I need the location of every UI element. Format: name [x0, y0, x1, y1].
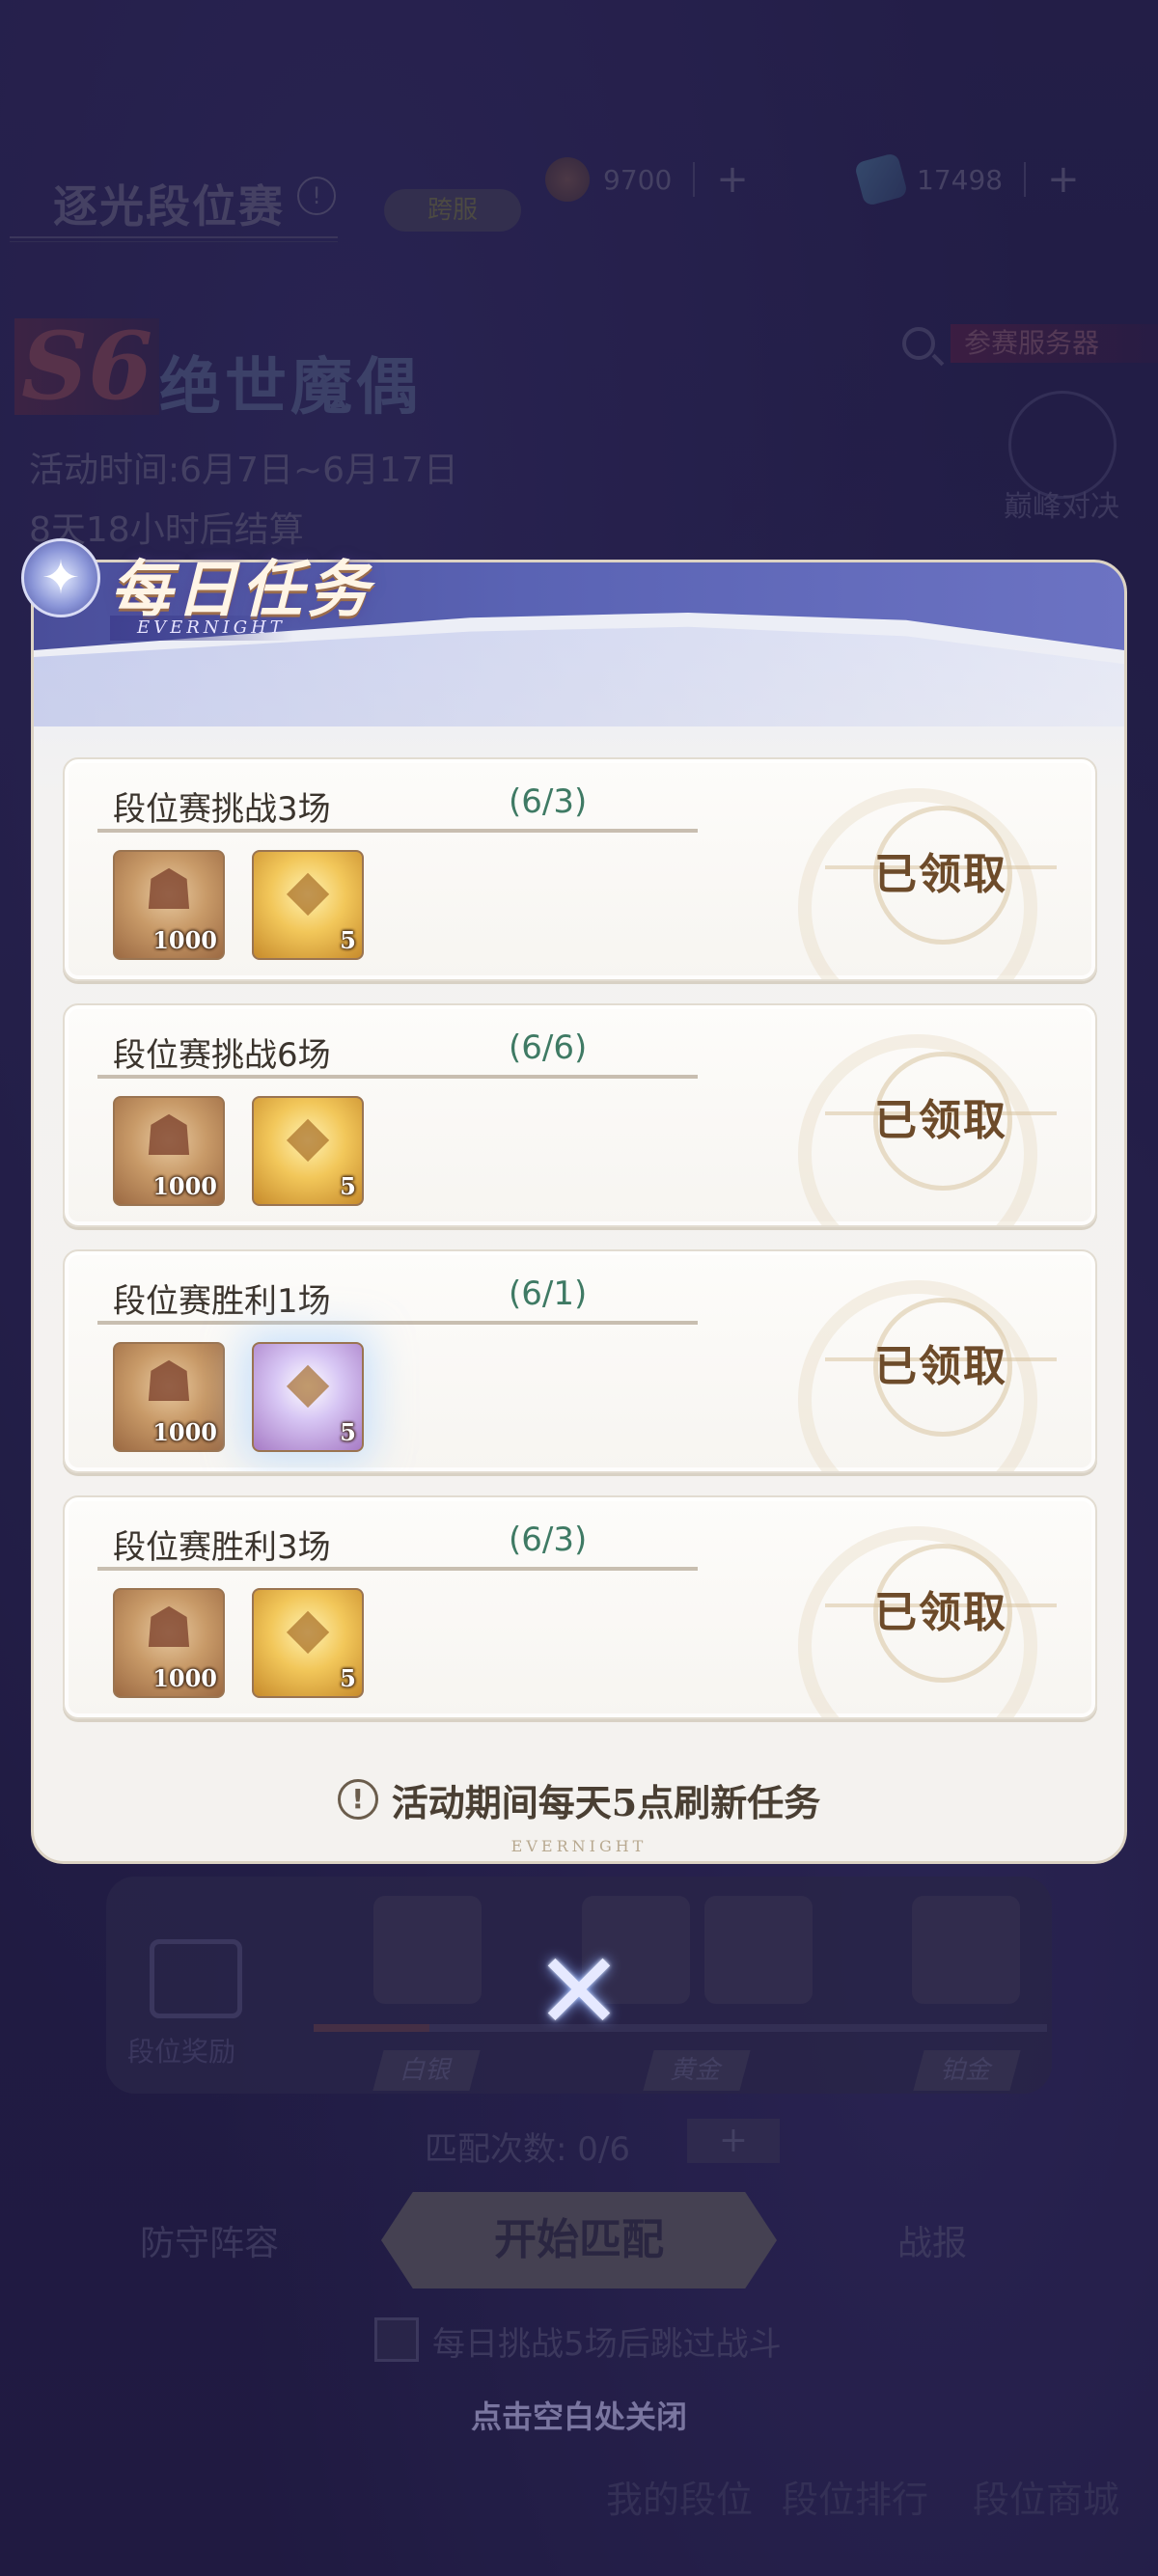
gold-crystal-icon: ◆ [286, 1349, 330, 1414]
claimed-status: 已领取 [825, 1052, 1057, 1191]
reward-count: 1000 [152, 926, 217, 954]
mask-icon: ☗ [144, 1595, 194, 1660]
task-list: 段位赛挑战3场 (6/3) ☗ 1000 ◆ 5 已领取 段位赛挑战6场 (6/… [63, 757, 1099, 1741]
refresh-notice-text: 活动期间每天5点刷新任务 [391, 1780, 821, 1824]
claimed-status: 已领取 [825, 806, 1057, 945]
reward-item[interactable]: ◆ 5 [252, 1588, 364, 1698]
task-divider [97, 1075, 698, 1079]
reward-item[interactable]: ☗ 1000 [113, 850, 225, 960]
task-card: 段位赛挑战3场 (6/3) ☗ 1000 ◆ 5 已领取 [63, 757, 1097, 981]
reward-count: 5 [340, 1664, 356, 1692]
dialog-subtitle: EVERNIGHT [110, 616, 293, 641]
task-card: 段位赛挑战6场 (6/6) ☗ 1000 ◆ 5 已领取 [63, 1003, 1097, 1227]
task-progress: (6/1) [509, 1274, 588, 1313]
task-divider [97, 1321, 698, 1325]
star-emblem-icon: ✦ [21, 538, 100, 617]
reward-count: 5 [340, 926, 356, 954]
mask-icon: ☗ [144, 857, 194, 922]
mask-icon: ☗ [144, 1103, 194, 1168]
footer-watermark: EVERNIGHT [510, 1837, 648, 1855]
dialog-panel: 段位赛挑战3场 (6/3) ☗ 1000 ◆ 5 已领取 段位赛挑战6场 (6/… [31, 560, 1127, 1864]
claimed-status: 已领取 [825, 1298, 1057, 1437]
mask-icon: ☗ [144, 1349, 194, 1414]
task-name: 段位赛胜利3场 [113, 1528, 331, 1567]
info-icon: ! [337, 1779, 378, 1820]
task-divider [97, 829, 698, 833]
gold-crystal-icon: ◆ [286, 1103, 330, 1168]
reward-item[interactable]: ◆ 5 [252, 850, 364, 960]
reward-count: 5 [340, 1172, 356, 1200]
reward-count: 5 [340, 1418, 356, 1446]
task-name: 段位赛挑战3场 [113, 790, 331, 829]
reward-count: 1000 [152, 1172, 217, 1200]
task-divider [97, 1567, 698, 1571]
reward-count: 1000 [152, 1664, 217, 1692]
gold-crystal-icon: ◆ [286, 857, 330, 922]
task-name: 段位赛挑战6场 [113, 1036, 331, 1075]
daily-task-dialog: 段位赛挑战3场 (6/3) ☗ 1000 ◆ 5 已领取 段位赛挑战6场 (6/… [21, 538, 1127, 1864]
close-icon[interactable]: ✕ [529, 1938, 629, 2044]
claimed-label: 已领取 [874, 1588, 1007, 1637]
reward-item[interactable]: ◆ 5 [252, 1342, 364, 1452]
refresh-notice: ! 活动期间每天5点刷新任务 [34, 1770, 1124, 1828]
claimed-label: 已领取 [874, 850, 1007, 899]
claimed-status: 已领取 [825, 1544, 1057, 1683]
reward-item[interactable]: ◆ 5 [252, 1096, 364, 1206]
task-card: 段位赛胜利3场 (6/3) ☗ 1000 ◆ 5 已领取 [63, 1495, 1097, 1719]
claimed-label: 已领取 [874, 1096, 1007, 1145]
close-hint: 点击空白处关闭 [470, 2398, 687, 2435]
task-name: 段位赛胜利1场 [113, 1282, 331, 1321]
reward-count: 1000 [152, 1418, 217, 1446]
task-progress: (6/6) [509, 1028, 588, 1067]
claimed-label: 已领取 [874, 1342, 1007, 1391]
reward-item[interactable]: ☗ 1000 [113, 1588, 225, 1698]
reward-item[interactable]: ☗ 1000 [113, 1096, 225, 1206]
reward-item[interactable]: ☗ 1000 [113, 1342, 225, 1452]
gold-crystal-icon: ◆ [286, 1595, 330, 1660]
task-progress: (6/3) [509, 1521, 588, 1559]
task-progress: (6/3) [509, 782, 588, 821]
task-card: 段位赛胜利1场 (6/1) ☗ 1000 ◆ 5 已领取 [63, 1249, 1097, 1473]
